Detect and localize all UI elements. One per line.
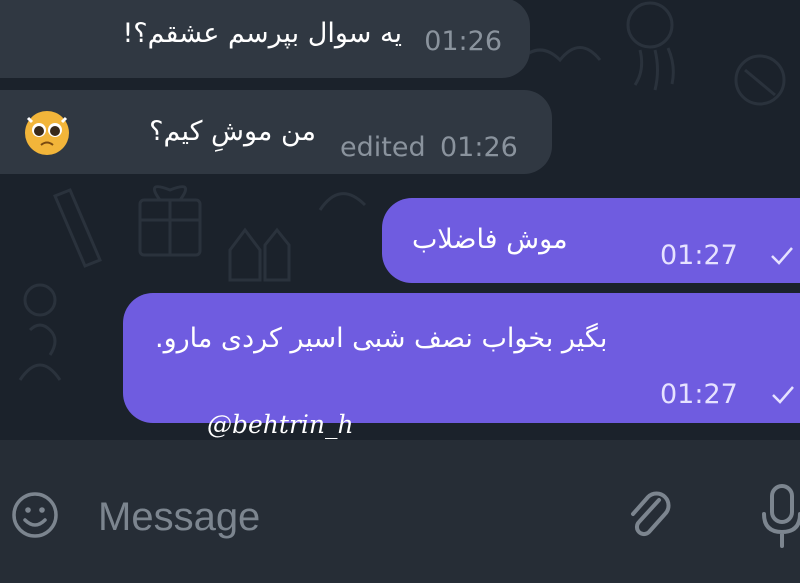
message-time: 01:27 [660, 240, 738, 271]
smiley-icon[interactable] [10, 490, 60, 540]
message-input[interactable] [96, 488, 580, 546]
sent-check-icon [771, 247, 793, 265]
watermark: @behtrin_h [207, 410, 354, 439]
microphone-icon[interactable] [760, 482, 800, 552]
outgoing-message-bubble[interactable]: موش فاضلاب 01:27 [382, 198, 800, 283]
message-time: 01:26 [424, 26, 502, 57]
message-text: موش فاضلاب [412, 224, 568, 255]
chat-background: یه سوال بپرسم عشقم؟! 01:26 من موشِ کیم؟ … [0, 0, 800, 440]
paperclip-icon[interactable] [625, 484, 673, 544]
pleading-face-emoji [25, 111, 69, 155]
message-text: بگیر بخواب نصف شبی اسیر کردی مارو. [155, 323, 608, 354]
incoming-message-bubble[interactable]: یه سوال بپرسم عشقم؟! 01:26 [0, 0, 530, 78]
sent-check-icon [772, 386, 794, 404]
message-time: 01:26 [440, 132, 518, 163]
incoming-message-bubble[interactable]: من موشِ کیم؟ edited 01:26 [0, 90, 552, 174]
outgoing-message-bubble[interactable]: بگیر بخواب نصف شبی اسیر کردی مارو. 01:27 [123, 293, 800, 423]
edited-label: edited [340, 132, 426, 163]
message-text: من موشِ کیم؟ [149, 116, 316, 147]
message-time: 01:27 [660, 379, 738, 410]
message-text: یه سوال بپرسم عشقم؟! [122, 18, 402, 49]
